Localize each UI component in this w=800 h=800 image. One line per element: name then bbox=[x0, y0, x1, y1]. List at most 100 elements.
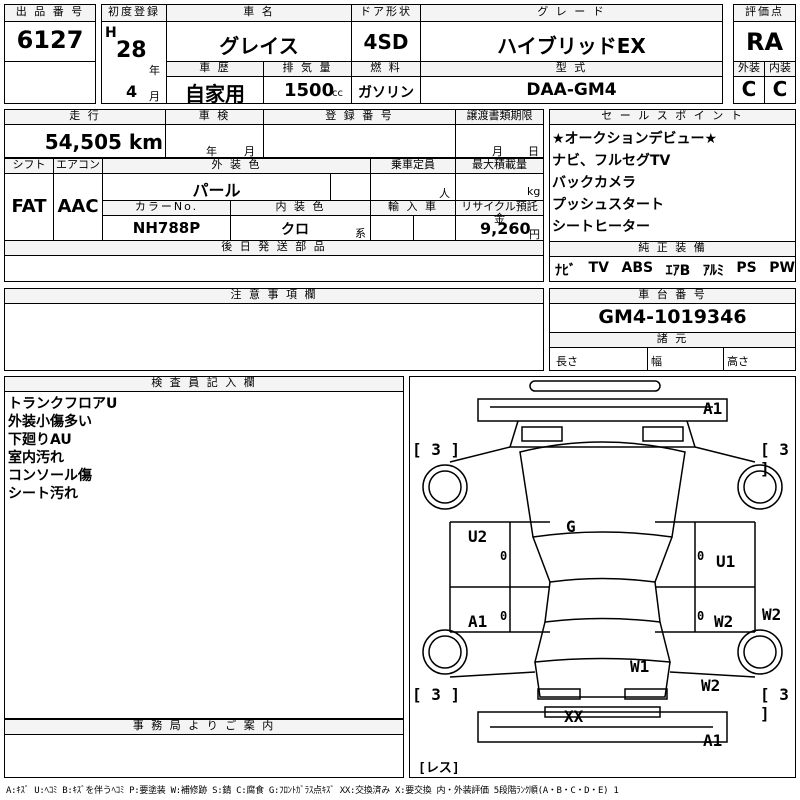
equipment-item: PW bbox=[769, 260, 795, 276]
deadline-header: 譲渡書類期限 bbox=[455, 109, 544, 125]
deadline-month-unit: 月 bbox=[492, 145, 503, 158]
exterior-score: C bbox=[741, 77, 757, 101]
equipment-item: ﾅﾋﾞ bbox=[555, 263, 576, 279]
mark-zero-3: 0 bbox=[500, 609, 508, 623]
history: 自家用 bbox=[185, 82, 245, 106]
import-cell-2 bbox=[413, 215, 456, 241]
legend: A:ｷｽﾞ U:ﾍｺﾐ B:ｷｽﾞを伴うﾍｺﾐ P:要塗装 W:補修跡 S:錆 … bbox=[6, 786, 619, 796]
sales-point: プッシュスタート bbox=[552, 197, 664, 213]
interior-header: 内装 bbox=[764, 61, 796, 77]
month-unit: 月 bbox=[149, 90, 160, 103]
registration-number-cell bbox=[263, 124, 456, 158]
width-label: 幅 bbox=[651, 355, 662, 368]
capacity-header: 乗車定員 bbox=[370, 158, 456, 174]
interior-color-header: 内 装 色 bbox=[230, 200, 371, 216]
mark-tire-rr: [ 3 ] bbox=[760, 685, 789, 723]
mark-w2-edge: W2 bbox=[762, 605, 782, 624]
equipment-item: PS bbox=[736, 260, 757, 276]
notes-header: 注 意 事 項 欄 bbox=[4, 288, 544, 304]
displacement-header: 排 気 量 bbox=[263, 61, 352, 77]
inspector-header: 検 査 員 記 入 欄 bbox=[4, 376, 404, 392]
sales-points-header: セ ー ル ス ポ イ ン ト bbox=[549, 109, 796, 125]
mark-tire-fr: [ 3 ] bbox=[760, 440, 789, 478]
mark-g: G bbox=[566, 517, 576, 536]
notes-cell bbox=[4, 303, 544, 371]
mark-a1-rear: A1 bbox=[703, 731, 723, 750]
equipment-header: 純 正 装 備 bbox=[549, 241, 796, 257]
displacement: 1500 bbox=[284, 80, 335, 101]
mark-w2-rear: W2 bbox=[701, 676, 721, 695]
chassis-number: GM4-1019346 bbox=[598, 306, 747, 328]
sales-point: シートヒーター bbox=[552, 219, 650, 235]
damage-diagram: A1 [ 3 ] [ 3 ] G U2 U1 0 0 0 0 A1 W2 W2 … bbox=[409, 376, 796, 778]
shift-header: シフト bbox=[4, 158, 54, 174]
inspector-note: コンソール傷 bbox=[8, 468, 92, 484]
mark-a1-front: A1 bbox=[703, 399, 723, 418]
import-cell bbox=[370, 215, 414, 241]
sales-points-list: ★オークションデビュー★ ナビ、フルセグTV バックカメラ プッシュスタート シ… bbox=[552, 128, 717, 238]
car-name-header: 車 名 bbox=[166, 4, 352, 22]
lot-number: 6127 bbox=[16, 26, 84, 54]
lot-number-header: 出 品 番 号 bbox=[4, 4, 96, 22]
first-registration-header: 初度登録 bbox=[101, 4, 167, 22]
grade: ハイブリッドEX bbox=[497, 34, 646, 58]
exterior-color: パール bbox=[192, 181, 241, 200]
recycle-header: リサイクル預託金 bbox=[455, 200, 544, 225]
office-cell bbox=[4, 734, 404, 778]
inspector-note: トランクフロアU bbox=[8, 396, 118, 412]
mark-zero-2: 0 bbox=[697, 549, 705, 563]
color-number: NH788P bbox=[132, 219, 201, 237]
mark-w1: W1 bbox=[630, 657, 650, 676]
length-label: 長さ bbox=[556, 355, 578, 368]
rating: RA bbox=[745, 28, 784, 56]
inspector-note: シート汚れ bbox=[8, 486, 78, 502]
era: H bbox=[105, 25, 117, 41]
door-type: 4SD bbox=[363, 30, 409, 54]
interior-color: クロ bbox=[281, 222, 309, 238]
equipment-item: TV bbox=[588, 260, 609, 276]
ac-header: エアコン bbox=[53, 158, 103, 174]
rating-header: 評価点 bbox=[733, 4, 796, 22]
model-code: DAA-GM4 bbox=[526, 80, 617, 100]
mileage-header: 走 行 bbox=[4, 109, 166, 125]
displacement-unit: cc bbox=[332, 88, 343, 99]
mileage: 54,505 km bbox=[44, 130, 163, 154]
office-header: 事 務 局 よ り ご 案 内 bbox=[4, 719, 404, 735]
max-load-unit: kg bbox=[527, 185, 541, 198]
max-load-header: 最大積載量 bbox=[455, 158, 544, 174]
import-header: 輸 入 車 bbox=[370, 200, 456, 216]
exterior-color-header: 外 装 色 bbox=[102, 158, 371, 174]
reg-year: 28 bbox=[116, 38, 147, 63]
sales-point: ★オークションデビュー★ bbox=[552, 131, 718, 147]
color-number-header: カラーNo. bbox=[102, 200, 231, 216]
inspector-note: 室内汚れ bbox=[8, 450, 64, 466]
mark-w2-right: W2 bbox=[714, 612, 734, 631]
inspector-note: 外装小傷多い bbox=[8, 414, 92, 430]
mark-spare: [レス] bbox=[418, 761, 460, 776]
mark-tire-fl: [ 3 ] bbox=[412, 440, 461, 459]
inspection-header: 車 検 bbox=[165, 109, 264, 125]
later-parts-cell bbox=[4, 255, 544, 282]
year-unit: 年 bbox=[149, 64, 160, 77]
reg-month: 4 bbox=[126, 82, 138, 101]
inspector-note: 下廻りAU bbox=[8, 432, 72, 448]
equipment-list: ﾅﾋﾞ TV ABS ｴｱB ｱﾙﾐ PS PW bbox=[555, 260, 795, 280]
mark-tire-rl: [ 3 ] bbox=[412, 685, 461, 704]
sales-point: バックカメラ bbox=[552, 175, 636, 191]
mark-xx: XX bbox=[564, 707, 584, 726]
equipment-item: ｱﾙﾐ bbox=[702, 263, 724, 279]
later-parts-header: 後 日 発 送 部 品 bbox=[4, 240, 544, 256]
inspector-notes: トランクフロアU 外装小傷多い 下廻りAU 室内汚れ コンソール傷 シート汚れ bbox=[8, 395, 117, 503]
car-name: グレイス bbox=[219, 34, 299, 58]
mark-a1-left: A1 bbox=[468, 612, 488, 631]
mark-u2: U2 bbox=[468, 527, 488, 546]
height-label: 高さ bbox=[727, 355, 749, 368]
capacity-unit: 人 bbox=[439, 187, 450, 200]
equipment-item: ｴｱB bbox=[665, 263, 691, 279]
grade-header: グ レ ー ド bbox=[420, 4, 723, 22]
sales-point: ナビ、フルセグTV bbox=[552, 153, 671, 169]
exterior-color-blank bbox=[330, 173, 371, 201]
car-outline-svg bbox=[422, 380, 783, 743]
history-header: 車 歴 bbox=[166, 61, 264, 77]
lot-number-blank bbox=[4, 61, 96, 104]
